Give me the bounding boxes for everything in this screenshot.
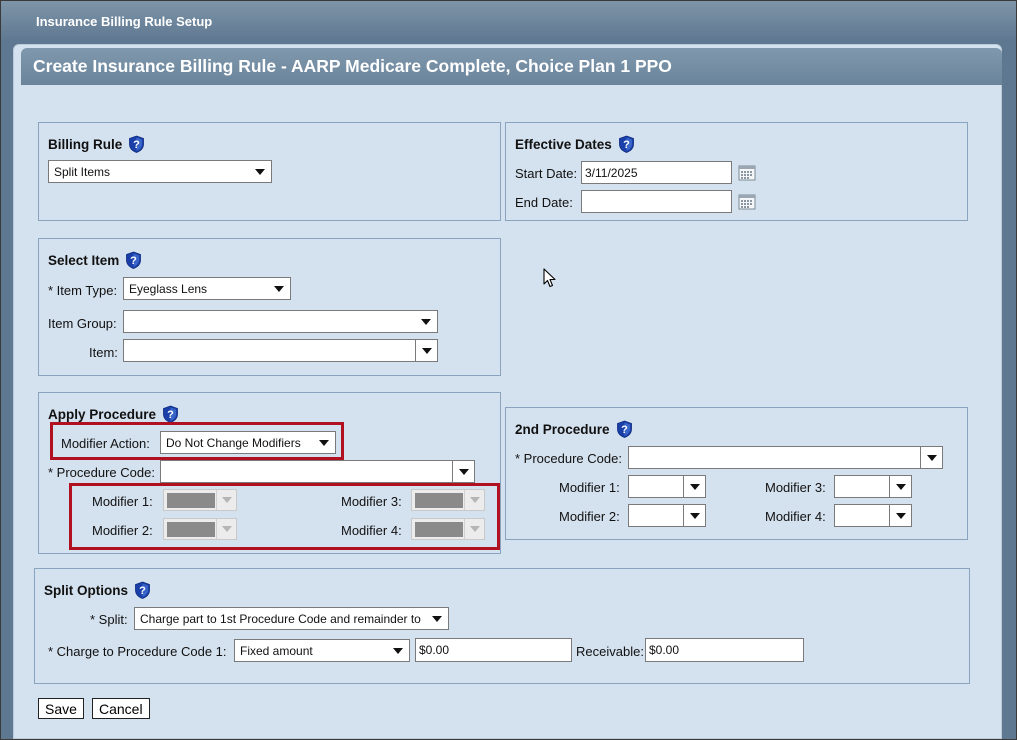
item-label: Item: <box>89 345 118 360</box>
help-icon[interactable] <box>162 405 179 423</box>
chevron-down-icon[interactable] <box>889 505 911 526</box>
modifier-action-highlight <box>50 422 344 460</box>
billing-rule-value: Split Items <box>54 165 111 179</box>
charge-type-value: Fixed amount <box>240 644 313 658</box>
procedure-code-label: * Procedure Code: <box>48 465 155 480</box>
modifier4-2-label: Modifier 4: <box>765 509 826 524</box>
chevron-down-icon[interactable] <box>387 640 409 661</box>
help-icon[interactable] <box>134 581 151 599</box>
second-procedure-section: 2nd Procedure * Procedure Code: Modifier… <box>505 407 968 540</box>
charge-label: * Charge to Procedure Code 1: <box>48 644 227 659</box>
help-icon[interactable] <box>125 251 142 269</box>
window-title: Insurance Billing Rule Setup <box>36 14 213 29</box>
page-title: Create Insurance Billing Rule - AARP Med… <box>21 48 1002 85</box>
calendar-icon[interactable] <box>738 165 756 181</box>
procedure-code-2-label: * Procedure Code: <box>515 451 622 466</box>
end-date-label: End Date: <box>515 195 573 210</box>
split-value: Charge part to 1st Procedure Code and re… <box>140 612 421 626</box>
split-label: * Split: <box>90 612 128 627</box>
item-select[interactable] <box>123 339 438 362</box>
mouse-cursor-icon <box>543 268 556 288</box>
split-select[interactable]: Charge part to 1st Procedure Code and re… <box>134 607 449 630</box>
split-options-title: Split Options <box>44 582 128 598</box>
chevron-down-icon[interactable] <box>415 340 437 361</box>
help-icon[interactable] <box>616 420 633 438</box>
start-date-input[interactable]: 3/11/2025 <box>581 161 732 184</box>
chevron-down-icon[interactable] <box>426 608 448 629</box>
chevron-down-icon[interactable] <box>249 161 271 182</box>
receivable-label: Receivable: <box>576 644 644 659</box>
chevron-down-icon[interactable] <box>452 461 474 482</box>
billing-rule-section: Billing Rule Split Items <box>38 122 501 221</box>
second-procedure-title: 2nd Procedure <box>515 421 610 437</box>
chevron-down-icon[interactable] <box>268 278 290 299</box>
item-type-label: * Item Type: <box>48 283 118 298</box>
effective-dates-title: Effective Dates <box>515 136 612 152</box>
save-button[interactable]: Save <box>38 698 84 719</box>
chevron-down-icon[interactable] <box>415 311 437 332</box>
chevron-down-icon[interactable] <box>920 447 942 468</box>
chevron-down-icon[interactable] <box>683 476 705 497</box>
modifier3-2-select[interactable] <box>834 475 912 498</box>
item-group-select[interactable] <box>123 310 438 333</box>
modifiers-highlight <box>69 483 500 550</box>
billing-rule-select[interactable]: Split Items <box>48 160 272 183</box>
item-type-value: Eyeglass Lens <box>129 282 208 296</box>
item-group-label: Item Group: <box>48 316 117 331</box>
cancel-button[interactable]: Cancel <box>92 698 150 719</box>
procedure-code-2-select[interactable] <box>628 446 943 469</box>
app-window: Insurance Billing Rule Setup Create Insu… <box>0 0 1017 740</box>
receivable-input[interactable]: $0.00 <box>645 638 804 662</box>
item-type-select[interactable]: Eyeglass Lens <box>123 277 291 300</box>
select-item-section: Select Item * Item Type: Eyeglass Lens I… <box>38 238 501 376</box>
chevron-down-icon[interactable] <box>889 476 911 497</box>
select-item-title: Select Item <box>48 252 120 268</box>
chevron-down-icon[interactable] <box>683 505 705 526</box>
charge-amount-input[interactable]: $0.00 <box>415 638 572 662</box>
modifier4-2-select[interactable] <box>834 504 912 527</box>
apply-procedure-title: Apply Procedure <box>48 406 157 422</box>
help-icon[interactable] <box>618 135 635 153</box>
split-options-section: Split Options * Split: Charge part to 1s… <box>34 568 970 684</box>
billing-rule-title: Billing Rule <box>48 136 123 152</box>
end-date-input[interactable] <box>581 190 732 213</box>
effective-dates-section: Effective Dates Start Date: 3/11/2025 En… <box>505 122 968 221</box>
start-date-label: Start Date: <box>515 166 578 181</box>
modifier2-2-select[interactable] <box>628 504 706 527</box>
charge-type-select[interactable]: Fixed amount <box>234 639 410 662</box>
calendar-icon[interactable] <box>738 194 756 210</box>
modifier3-2-label: Modifier 3: <box>765 480 826 495</box>
procedure-code-select[interactable] <box>160 460 475 483</box>
help-icon[interactable] <box>128 135 145 153</box>
modifier1-2-select[interactable] <box>628 475 706 498</box>
modifier2-2-label: Modifier 2: <box>559 509 620 524</box>
modifier1-2-label: Modifier 1: <box>559 480 620 495</box>
